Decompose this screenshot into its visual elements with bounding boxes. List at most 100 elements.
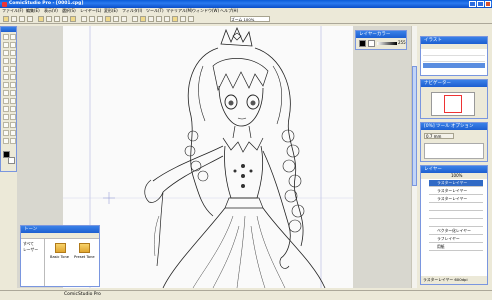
layer-row[interactable]: ラスターレイヤー [429, 196, 483, 203]
selection-icon[interactable] [164, 16, 170, 22]
layer-row[interactable]: ラスターレイヤー [429, 180, 483, 187]
save-icon[interactable] [19, 16, 25, 22]
scratch-icon[interactable] [3, 138, 9, 144]
navigator-preview[interactable] [431, 92, 475, 116]
close-button[interactable] [485, 1, 491, 7]
drawing-canvas[interactable] [63, 26, 353, 288]
navigator-view-rect[interactable] [444, 95, 462, 113]
help-icon[interactable] [188, 16, 194, 22]
layer-name: ラスターレイヤー [437, 196, 468, 201]
tone-palette-title[interactable]: トーン [21, 226, 99, 233]
zoom-in-icon[interactable] [81, 16, 87, 22]
lasso-icon[interactable] [3, 42, 9, 48]
ellipse-icon[interactable] [10, 106, 16, 112]
tone-icon[interactable] [156, 16, 162, 22]
layer-toolbar: 100% [421, 173, 487, 179]
layer-row[interactable]: 用紙 [429, 244, 483, 251]
color-slider[interactable] [377, 42, 397, 45]
layer-row[interactable]: ラフレイヤー [429, 236, 483, 243]
new-file-icon[interactable] [3, 16, 9, 22]
fit-icon[interactable] [97, 16, 103, 22]
illust-list-item[interactable] [423, 51, 485, 56]
magic-wand-icon[interactable] [3, 50, 9, 56]
brush-icon[interactable] [10, 74, 16, 80]
curve-icon[interactable] [10, 98, 16, 104]
layer-row[interactable]: ベクター化レイヤー [429, 228, 483, 235]
cut-icon[interactable] [38, 16, 44, 22]
undo-icon[interactable] [62, 16, 68, 22]
rect-icon[interactable] [3, 106, 9, 112]
vertical-scrollbar[interactable] [411, 26, 417, 288]
minimize-button[interactable] [469, 1, 476, 7]
tone-folder[interactable]: レーザー [23, 247, 38, 253]
scroll-thumb[interactable] [412, 66, 417, 186]
layer-row[interactable] [429, 204, 483, 211]
export-icon[interactable] [180, 16, 186, 22]
layer-name: ラフレイヤー [437, 236, 460, 241]
layer-color-title[interactable]: レイヤーカラー [356, 31, 406, 38]
gradient-icon[interactable] [3, 90, 9, 96]
navigator-title[interactable]: ナビゲーター [421, 80, 487, 87]
tone-palette: トーン すべて レーザー Basic Tone Preset Tone [20, 225, 100, 287]
color-swatch-black[interactable] [359, 40, 366, 47]
copy-icon[interactable] [46, 16, 52, 22]
tone-item[interactable]: Basic Tone [50, 243, 72, 265]
pen-icon[interactable] [3, 66, 9, 72]
zoom-out-icon[interactable] [89, 16, 95, 22]
preview-icon[interactable] [172, 16, 178, 22]
maximize-button[interactable] [477, 1, 484, 7]
layer-row[interactable]: ラスターレイヤー [429, 188, 483, 195]
pointer-tool-icon[interactable] [3, 34, 9, 40]
window-title: ComicStudio Pro - [0001.cpg] [9, 1, 84, 6]
status-bar: ComicStudio Pro [0, 290, 492, 300]
eyedropper-icon[interactable] [10, 130, 16, 136]
pen-size-field[interactable]: 0.7 mm [424, 133, 454, 139]
layer-palette-title[interactable]: レイヤー [421, 166, 487, 173]
zoom-tool-icon[interactable] [10, 50, 16, 56]
grid-icon[interactable] [132, 16, 138, 22]
layer-color-value: 255 [398, 40, 406, 45]
tool-option-title[interactable]: [0%] ツール オプション [421, 123, 487, 130]
tone-tool-icon[interactable] [10, 90, 16, 96]
rotate-tool-icon[interactable] [10, 58, 16, 64]
layer-opacity[interactable]: 100% [451, 173, 462, 179]
zoom-select[interactable]: ズーム 100% [230, 16, 270, 22]
sub-color-swatch[interactable] [8, 157, 15, 164]
balloon-icon[interactable] [10, 122, 16, 128]
tools-palette [0, 26, 17, 172]
paste-icon[interactable] [54, 16, 60, 22]
illust-list-item[interactable] [423, 57, 485, 62]
text-icon[interactable] [3, 122, 9, 128]
ruler-tool-icon[interactable] [10, 114, 16, 120]
fill-icon[interactable] [10, 82, 16, 88]
rotate-icon[interactable] [105, 16, 111, 22]
polyline-icon[interactable] [3, 114, 9, 120]
layer-icon[interactable] [148, 16, 154, 22]
color-swatch-white[interactable] [368, 40, 375, 47]
guide-icon[interactable] [140, 16, 146, 22]
tone-folder-list: すべて レーザー [21, 239, 45, 286]
frame-icon[interactable] [3, 130, 9, 136]
layer-row[interactable] [429, 212, 483, 219]
line-icon[interactable] [3, 98, 9, 104]
move-tool-icon[interactable] [10, 34, 16, 40]
marker-icon[interactable] [3, 74, 9, 80]
flip-icon[interactable] [113, 16, 119, 22]
print-icon[interactable] [27, 16, 33, 22]
hand-tool-icon[interactable] [3, 58, 9, 64]
title-bar: ComicStudio Pro - [0001.cpg] [0, 0, 492, 8]
illust-list-item[interactable] [423, 63, 485, 68]
pencil-icon[interactable] [10, 66, 16, 72]
layer-row[interactable] [429, 220, 483, 227]
pen-preview [424, 143, 484, 159]
status-text: ComicStudio Pro [64, 292, 101, 297]
eraser-icon[interactable] [3, 82, 9, 88]
redo-icon[interactable] [70, 16, 76, 22]
open-icon[interactable] [11, 16, 17, 22]
illust-palette-title[interactable]: イラスト [421, 37, 487, 44]
ruler-icon[interactable] [121, 16, 127, 22]
tools-palette-titlebar[interactable] [1, 27, 16, 32]
select-rect-icon[interactable] [10, 42, 16, 48]
tone-item[interactable]: Preset Tone [74, 243, 96, 265]
airbrush-icon[interactable] [10, 138, 16, 144]
